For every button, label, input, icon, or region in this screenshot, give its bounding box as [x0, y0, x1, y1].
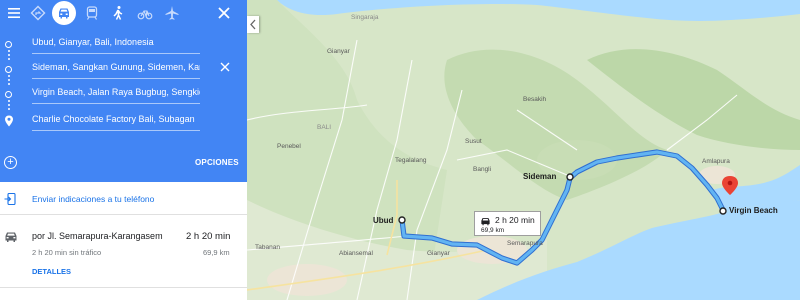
- map-label-ubud[interactable]: Ubud: [373, 216, 393, 225]
- map-label-gianyar-town: Gianyar: [427, 250, 450, 257]
- details-link[interactable]: DETALLES: [32, 267, 71, 276]
- stop-underline: [32, 130, 200, 131]
- stop-underline: [32, 53, 200, 54]
- map-canvas[interactable]: Singaraja Gianyar Besakih BALI Susut Pen…: [247, 0, 800, 300]
- route-callout[interactable]: 2 h 20 min 69,9 km: [474, 211, 541, 236]
- map-label-amlapura: Amlapura: [702, 158, 730, 165]
- map-label-singaraja: Singaraja: [351, 14, 379, 21]
- train-icon: [86, 6, 98, 20]
- hamburger-icon: [8, 8, 20, 18]
- map-label-semarapura: Semarapura: [507, 240, 543, 247]
- diamond-arrow-icon: [30, 5, 46, 21]
- sideman-marker: [566, 173, 574, 181]
- map-label-sideman[interactable]: Sideman: [523, 172, 556, 181]
- map-label-tabanan: Tabanan: [255, 244, 280, 251]
- stop-input-4[interactable]: Charlie Chocolate Factory Bali, Subagan: [32, 114, 200, 124]
- car-icon: [481, 218, 490, 226]
- send-to-phone-icon: [4, 193, 16, 205]
- map-label-abiansemal: Abiansemal: [339, 250, 373, 257]
- waypoint-dot-icon: [5, 66, 12, 73]
- stop-underline: [32, 103, 200, 104]
- map-label-gianyar-north: Gianyar: [327, 48, 350, 55]
- travel-mode-bar: [0, 0, 247, 26]
- map-label-besakih: Besakih: [523, 96, 547, 103]
- mode-recommended[interactable]: [26, 1, 50, 25]
- map-label-bali: BALI: [317, 124, 332, 131]
- route-distance: 69,9 km: [203, 248, 230, 257]
- virgin-beach-marker: [719, 207, 727, 215]
- mode-flight[interactable]: [160, 1, 184, 25]
- ubud-marker: [398, 216, 406, 224]
- mode-transit[interactable]: [80, 1, 104, 25]
- map-label-penebel: Penebel: [277, 143, 301, 150]
- bicycle-icon: [137, 10, 153, 20]
- map-terrain: [247, 0, 800, 300]
- route-option[interactable]: por Jl. Semarapura-Karangasem 2 h 20 min…: [0, 216, 247, 288]
- stop-underline: [32, 78, 200, 79]
- route-duration: 2 h 20 min: [186, 231, 231, 242]
- map-label-virgin-beach[interactable]: Virgin Beach: [729, 206, 778, 215]
- chevron-left-icon: [250, 19, 256, 30]
- directions-panel: Ubud, Gianyar, Bali, Indonesia Sideman, …: [0, 0, 247, 300]
- waypoint-dot-icon: [5, 91, 12, 98]
- mode-walking[interactable]: [106, 1, 130, 25]
- stop-input-2[interactable]: Sideman, Sangkan Gunung, Sidemen, Karang…: [32, 62, 200, 72]
- origin-dot-icon: [5, 41, 12, 48]
- mode-cycling[interactable]: [133, 1, 157, 25]
- stop-row-3: Virgin Beach, Jalan Raya Bugbug, Sengkid…: [0, 84, 247, 106]
- directions-header: Ubud, Gianyar, Bali, Indonesia Sideman, …: [0, 0, 247, 182]
- add-destination-button[interactable]: +: [4, 156, 17, 169]
- mode-car[interactable]: [52, 1, 76, 25]
- plane-icon: [165, 6, 179, 20]
- car-icon: [5, 232, 17, 242]
- walking-icon: [113, 6, 123, 20]
- collapse-panel-button[interactable]: [247, 16, 259, 33]
- send-to-phone-link[interactable]: Enviar indicaciones a tu teléfono: [32, 194, 154, 204]
- car-icon: [59, 8, 69, 19]
- options-button[interactable]: OPCIONES: [195, 158, 239, 167]
- route-traffic-note: 2 h 20 min sin tráfico: [32, 248, 102, 257]
- map-label-bangli: Bangli: [473, 166, 492, 173]
- route-via-text: por Jl. Semarapura-Karangasem: [32, 231, 163, 241]
- stop-input-3[interactable]: Virgin Beach, Jalan Raya Bugbug, Sengkid…: [32, 87, 200, 97]
- map-label-susut: Susut: [465, 138, 482, 145]
- callout-duration: 2 h 20 min: [495, 215, 535, 225]
- callout-distance: 69,9 km: [481, 227, 505, 234]
- map-label-tegalalang: Tegalalang: [395, 157, 427, 164]
- stop-row-2: Sideman, Sangkan Gunung, Sidemen, Karang…: [0, 59, 247, 81]
- menu-button[interactable]: [2, 1, 26, 25]
- send-to-phone-row[interactable]: Enviar indicaciones a tu teléfono: [0, 183, 247, 215]
- stop-row-1: Ubud, Gianyar, Bali, Indonesia: [0, 34, 247, 56]
- remove-stop-icon[interactable]: [218, 60, 232, 74]
- destination-pin-icon: [5, 115, 13, 127]
- stop-row-4: Charlie Chocolate Factory Bali, Subagan: [0, 111, 247, 133]
- close-icon[interactable]: [214, 3, 234, 23]
- stop-input-1[interactable]: Ubud, Gianyar, Bali, Indonesia: [32, 37, 200, 47]
